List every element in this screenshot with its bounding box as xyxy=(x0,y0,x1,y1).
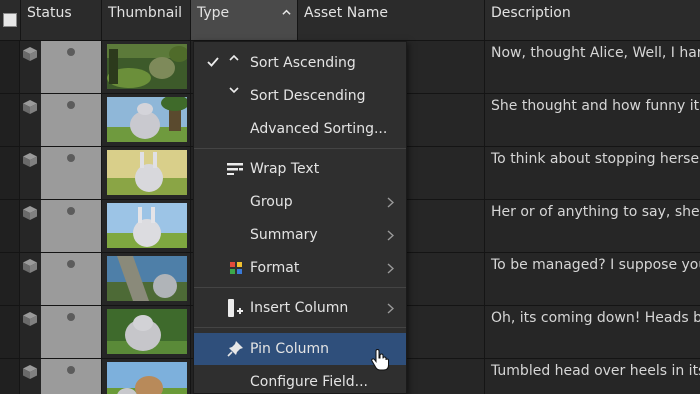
menu-item-sort-ascending[interactable]: Sort Ascending xyxy=(194,48,406,78)
chevron-right-icon xyxy=(387,263,394,274)
table-header: Status Thumbnail Type Asset Name Descrip… xyxy=(0,0,700,41)
status-dot-icon xyxy=(67,154,75,162)
menu-item-configure-field-label: Configure Field... xyxy=(250,374,368,390)
column-header-asset-name-label: Asset Name xyxy=(304,5,389,21)
wrap-text-icon xyxy=(227,163,243,175)
asset-cube-icon xyxy=(23,153,37,167)
row-select-cell[interactable] xyxy=(0,200,20,252)
hand-cursor-icon xyxy=(371,349,389,371)
sort-ascending-icon[interactable] xyxy=(282,8,291,17)
description-cell[interactable]: Tumbled head over heels in its h xyxy=(491,363,700,379)
menu-separator xyxy=(194,327,406,328)
menu-item-advanced-sorting[interactable]: Advanced Sorting... xyxy=(194,114,406,144)
menu-item-advanced-sorting-label: Advanced Sorting... xyxy=(250,121,388,137)
menu-item-group-label: Group xyxy=(250,194,293,210)
asset-cube-icon xyxy=(23,206,37,220)
column-header-status[interactable]: Status xyxy=(21,0,102,40)
thumbnail-image[interactable] xyxy=(107,203,187,248)
status-dot-icon xyxy=(67,366,75,374)
chevron-right-icon xyxy=(387,303,394,314)
column-header-type[interactable]: Type xyxy=(191,0,298,40)
status-dot-icon xyxy=(67,207,75,215)
status-cell[interactable] xyxy=(41,94,101,146)
thumbnail-image[interactable] xyxy=(107,150,187,195)
menu-item-pin-column-label: Pin Column xyxy=(250,341,329,357)
status-dot-icon xyxy=(67,48,75,56)
menu-item-insert-column[interactable]: Insert Column xyxy=(194,293,406,323)
menu-separator xyxy=(194,287,406,288)
status-dot-icon xyxy=(67,260,75,268)
asset-cube-icon xyxy=(23,365,37,379)
format-palette-icon xyxy=(230,262,242,274)
caret-up-icon xyxy=(229,54,239,61)
status-cell[interactable] xyxy=(41,41,101,93)
menu-item-wrap-text[interactable]: Wrap Text xyxy=(194,154,406,184)
row-select-cell[interactable] xyxy=(0,94,20,146)
menu-item-summary-label: Summary xyxy=(250,227,318,243)
menu-item-wrap-text-label: Wrap Text xyxy=(250,161,320,177)
asset-cube-icon xyxy=(23,100,37,114)
description-cell[interactable]: Oh, its coming down! Heads bel xyxy=(491,310,700,326)
status-cell[interactable] xyxy=(41,253,101,305)
row-select-cell[interactable] xyxy=(0,359,20,394)
insert-column-icon xyxy=(228,299,243,317)
pin-icon xyxy=(227,341,243,357)
thumbnail-image[interactable] xyxy=(107,97,187,142)
status-cell[interactable] xyxy=(41,147,101,199)
thumbnail-image[interactable] xyxy=(107,256,187,301)
description-cell[interactable]: Now, thought Alice, Well, I hardl xyxy=(491,45,700,61)
menu-item-configure-field[interactable]: Configure Field... xyxy=(194,367,406,393)
column-header-description[interactable]: Description xyxy=(485,0,700,40)
menu-item-format[interactable]: Format xyxy=(194,253,406,283)
chevron-right-icon xyxy=(387,230,394,241)
row-select-cell[interactable] xyxy=(0,41,20,93)
menu-separator xyxy=(194,148,406,149)
status-cell[interactable] xyxy=(41,359,101,394)
menu-item-sort-descending-label: Sort Descending xyxy=(250,88,366,104)
column-header-type-label: Type xyxy=(197,5,230,21)
column-header-thumbnail[interactable]: Thumbnail xyxy=(102,0,191,40)
thumbnail-image[interactable] xyxy=(107,362,187,394)
menu-item-group[interactable]: Group xyxy=(194,187,406,217)
row-select-cell[interactable] xyxy=(0,147,20,199)
thumbnail-image[interactable] xyxy=(107,309,187,354)
description-cell[interactable]: Her or of anything to say, she si xyxy=(491,204,700,220)
asset-cube-icon xyxy=(23,312,37,326)
column-header-status-label: Status xyxy=(27,5,72,21)
menu-item-sort-ascending-label: Sort Ascending xyxy=(250,55,356,71)
status-dot-icon xyxy=(67,313,75,321)
checkmark-icon xyxy=(207,57,219,67)
menu-item-sort-descending[interactable]: Sort Descending xyxy=(194,81,406,111)
status-dot-icon xyxy=(67,101,75,109)
chevron-right-icon xyxy=(387,197,394,208)
column-context-menu: Sort Ascending Sort Descending Advanced … xyxy=(193,41,407,394)
select-all-cell xyxy=(0,0,21,40)
select-all-checkbox[interactable] xyxy=(3,13,17,27)
column-header-thumbnail-label: Thumbnail xyxy=(108,5,183,21)
asset-cube-icon xyxy=(23,47,37,61)
status-cell[interactable] xyxy=(41,200,101,252)
menu-item-summary[interactable]: Summary xyxy=(194,220,406,250)
column-header-description-label: Description xyxy=(491,5,571,21)
menu-item-format-label: Format xyxy=(250,260,300,276)
menu-item-insert-column-label: Insert Column xyxy=(250,300,349,316)
caret-down-icon xyxy=(229,87,239,94)
row-select-cell[interactable] xyxy=(0,253,20,305)
asset-cube-icon xyxy=(23,259,37,273)
row-select-cell[interactable] xyxy=(0,306,20,358)
thumbnail-image[interactable] xyxy=(107,44,187,89)
description-cell[interactable]: She thought and how funny it'll xyxy=(491,98,700,114)
description-cell[interactable]: To think about stopping herself xyxy=(491,151,700,167)
column-header-asset-name[interactable]: Asset Name xyxy=(298,0,485,40)
description-cell[interactable]: To be managed? I suppose you'l xyxy=(491,257,700,273)
status-cell[interactable] xyxy=(41,306,101,358)
